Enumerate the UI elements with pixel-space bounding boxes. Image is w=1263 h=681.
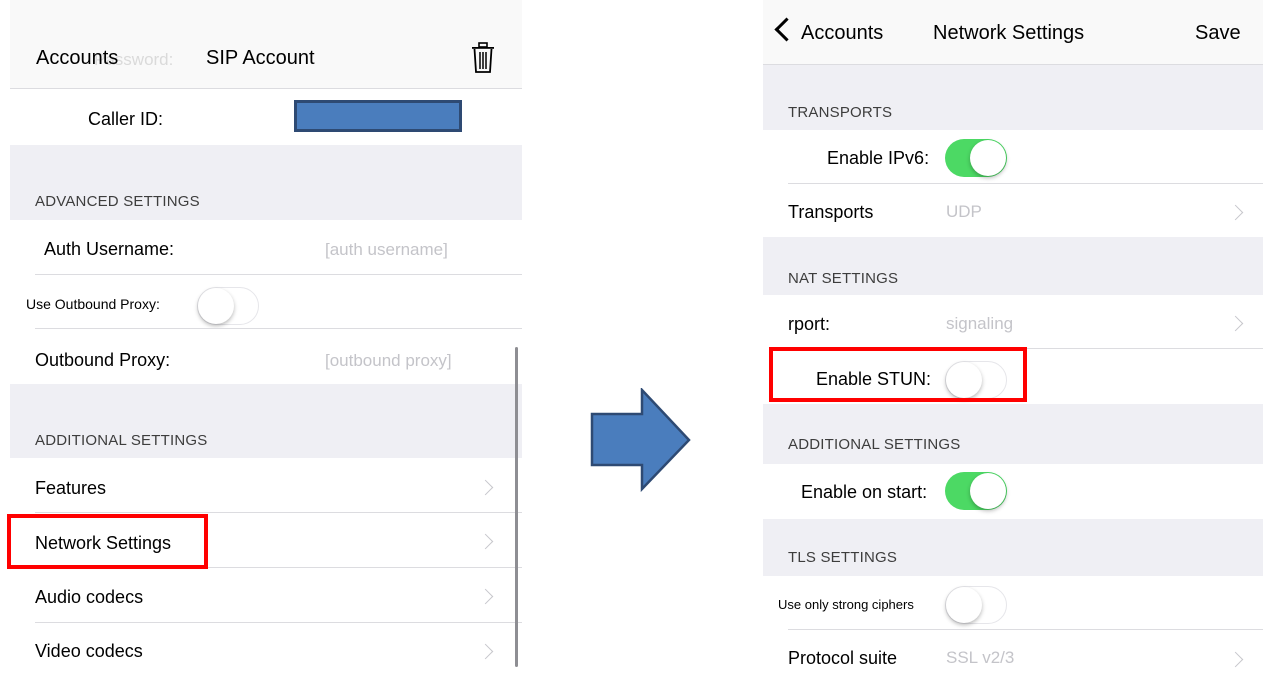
additional-settings-header: ADDITIONAL SETTINGS [35, 432, 208, 449]
page-title: Network Settings [933, 22, 1085, 44]
trash-icon[interactable] [471, 42, 495, 74]
use-outbound-proxy-row: Use Outbound Proxy: [10, 275, 522, 328]
left-nav-bar: Password: Accounts SIP Account [10, 0, 522, 88]
chevron-right-icon [1227, 204, 1244, 221]
nat-settings-group-header: NAT SETTINGS [763, 237, 1263, 295]
enable-stun-highlight-box [769, 347, 1027, 402]
outbound-proxy-label: Outbound Proxy: [35, 350, 171, 370]
chevron-right-icon [477, 533, 494, 550]
outbound-proxy-input[interactable]: [outbound proxy] [325, 351, 452, 371]
save-button[interactable]: Save [1195, 22, 1241, 45]
caller-id-label: Caller ID: [88, 109, 164, 129]
left-screen-sip-account: Password: Accounts SIP Account Caller ID… [10, 0, 522, 681]
enable-ipv6-label: Enable IPv6: [827, 148, 930, 168]
protocol-suite-row[interactable]: Protocol suite SSL v2/3 [763, 630, 1263, 681]
enable-on-start-label: Enable on start: [801, 482, 928, 502]
features-label: Features [35, 478, 107, 498]
back-accounts-button[interactable]: Accounts [801, 22, 883, 45]
enable-on-start-row: Enable on start: [763, 464, 1263, 519]
additional-settings-group-header: ADDITIONAL SETTINGS [763, 404, 1263, 464]
tls-settings-group-header: TLS SETTINGS [763, 519, 1263, 576]
additional-settings-group-header: ADDITIONAL SETTINGS [10, 384, 522, 458]
list-item-video-codecs[interactable]: Video codecs [10, 623, 522, 681]
enable-ipv6-row: Enable IPv6: [763, 130, 1263, 183]
strong-ciphers-row: Use only strong ciphers [763, 576, 1263, 629]
transports-label: Transports [788, 202, 874, 222]
use-outbound-proxy-switch[interactable] [197, 287, 259, 325]
back-accounts-button[interactable]: Accounts [36, 47, 118, 70]
rport-label: rport: [788, 314, 831, 334]
transports-row[interactable]: Transports UDP [763, 184, 1263, 237]
caller-id-row: Caller ID: [10, 89, 522, 145]
scrollbar[interactable] [515, 347, 518, 667]
transports-group-header: TRANSPORTS [763, 65, 1263, 130]
right-nav-bar: Accounts Network Settings Save [763, 0, 1263, 64]
nat-settings-header: NAT SETTINGS [788, 270, 899, 287]
chevron-left-icon[interactable] [774, 17, 799, 42]
chevron-right-icon [1227, 315, 1244, 332]
page-title: SIP Account [206, 47, 315, 69]
additional-settings-header: ADDITIONAL SETTINGS [788, 436, 961, 453]
protocol-suite-value: SSL v2/3 [946, 648, 1015, 667]
video-codecs-label: Video codecs [35, 641, 143, 661]
enable-ipv6-switch[interactable] [945, 139, 1007, 177]
chevron-right-icon [477, 643, 494, 660]
protocol-suite-label: Protocol suite [788, 648, 898, 668]
rport-row[interactable]: rport: signaling [763, 295, 1263, 348]
auth-username-input[interactable]: [auth username] [325, 240, 448, 260]
strong-ciphers-label: Use only strong ciphers [778, 597, 914, 612]
outbound-proxy-row[interactable]: Outbound Proxy: [outbound proxy] [10, 329, 522, 384]
transports-value: UDP [946, 202, 982, 221]
auth-username-label: Auth Username: [44, 239, 175, 259]
tls-settings-header: TLS SETTINGS [788, 549, 898, 566]
chevron-right-icon [477, 479, 494, 496]
advanced-settings-group-header: ADVANCED SETTINGS [10, 145, 522, 220]
enable-on-start-switch[interactable] [945, 472, 1007, 510]
audio-codecs-label: Audio codecs [35, 587, 144, 607]
chevron-right-icon [477, 588, 494, 605]
network-settings-highlight-box [7, 514, 208, 569]
transports-header: TRANSPORTS [788, 104, 893, 121]
arrow-right-icon [590, 388, 691, 492]
chevron-right-icon [1227, 651, 1244, 668]
use-outbound-proxy-label: Use Outbound Proxy: [26, 296, 160, 312]
right-screen-network-settings: Accounts Network Settings Save TRANSPORT… [763, 0, 1263, 681]
rport-value: signaling [946, 314, 1014, 333]
list-item-features[interactable]: Features [10, 458, 522, 513]
auth-username-row[interactable]: Auth Username: [auth username] [10, 220, 522, 274]
strong-ciphers-switch[interactable] [945, 586, 1007, 624]
caller-id-redacted-value [294, 100, 462, 132]
advanced-settings-header: ADVANCED SETTINGS [35, 193, 200, 210]
list-item-audio-codecs[interactable]: Audio codecs [10, 568, 522, 622]
